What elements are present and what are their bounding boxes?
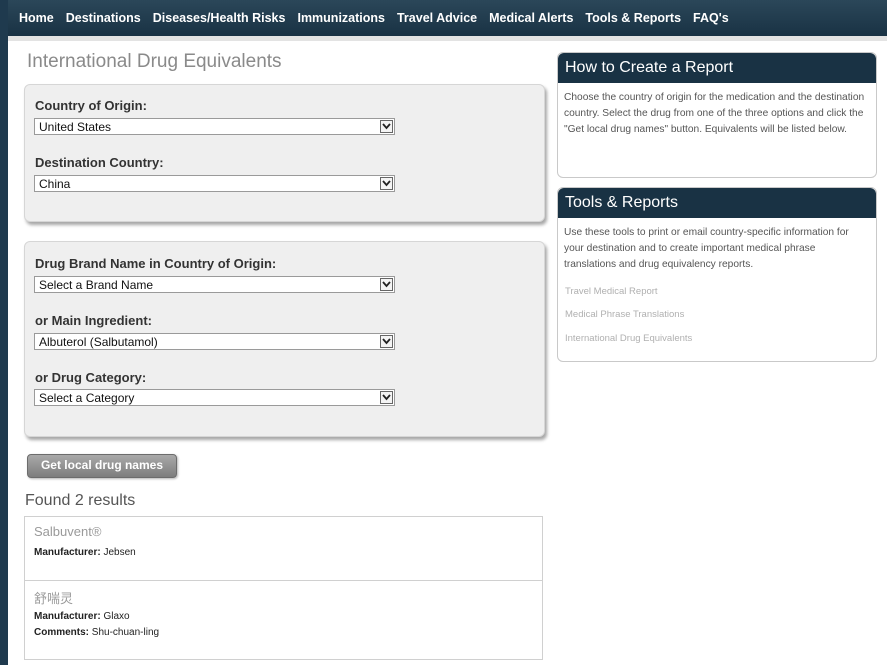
manufacturer-value: Jebsen [103, 547, 136, 558]
nav-item-tools-reports[interactable]: Tools & Reports [585, 11, 681, 25]
link-medical-phrase-translations[interactable]: Medical Phrase Translations [565, 309, 684, 320]
drug-panel: Drug Brand Name in Country of Origin: Se… [24, 241, 545, 437]
destination-select-value: China [39, 177, 71, 191]
manufacturer-line: Manufacturer: Jebsen [34, 547, 136, 558]
get-local-drug-names-button[interactable]: Get local drug names [27, 454, 177, 478]
category-select[interactable]: Select a Category [34, 389, 395, 406]
nav-item-travel-advice[interactable]: Travel Advice [397, 11, 477, 25]
tools-title: Tools & Reports [558, 188, 876, 218]
category-label: or Drug Category: [35, 370, 147, 385]
results-list: Salbuvent® Manufacturer: Jebsen 舒喘灵 Manu… [24, 516, 543, 660]
brand-select-value: Select a Brand Name [39, 278, 154, 292]
chevron-down-icon [380, 120, 393, 133]
results-heading: Found 2 results [25, 492, 136, 509]
chevron-down-icon [380, 278, 393, 291]
brand-label: Drug Brand Name in Country of Origin: [35, 256, 277, 271]
how-to-title: How to Create a Report [558, 53, 876, 83]
comments-label: Comments: [34, 627, 90, 638]
nav-item-destinations[interactable]: Destinations [66, 11, 141, 25]
page-title: International Drug Equivalents [27, 51, 282, 72]
destination-label: Destination Country: [35, 155, 164, 170]
manufacturer-label: Manufacturer: [34, 611, 101, 622]
origin-select-value: United States [39, 120, 112, 134]
main-nav: Home Destinations Diseases/Health Risks … [8, 0, 887, 41]
link-international-drug-equivalents[interactable]: International Drug Equivalents [565, 333, 692, 344]
nav-item-medical-alerts[interactable]: Medical Alerts [489, 11, 573, 25]
nav-item-faqs[interactable]: FAQ's [693, 11, 729, 25]
comments-line: Comments: Shu-chuan-ling [34, 627, 159, 638]
chevron-down-icon [380, 335, 393, 348]
manufacturer-value: Glaxo [103, 611, 130, 622]
brand-select[interactable]: Select a Brand Name [34, 276, 395, 293]
how-to-box: How to Create a Report Choose the countr… [557, 52, 877, 178]
nav-item-home[interactable]: Home [19, 11, 54, 25]
list-item: Salbuvent® Manufacturer: Jebsen [25, 517, 542, 581]
tools-text: Use these tools to print or email countr… [564, 227, 849, 270]
ingredient-label: or Main Ingredient: [35, 313, 152, 328]
chevron-down-icon [380, 391, 393, 404]
link-travel-medical-report[interactable]: Travel Medical Report [565, 286, 658, 297]
ingredient-select[interactable]: Albuterol (Salbutamol) [34, 333, 395, 350]
drug-name: 舒喘灵 [34, 591, 74, 606]
origin-label: Country of Origin: [35, 98, 147, 113]
category-select-value: Select a Category [39, 391, 135, 405]
destination-select[interactable]: China [34, 175, 395, 192]
country-panel: Country of Origin: United States Destina… [24, 84, 545, 222]
manufacturer-line: Manufacturer: Glaxo [34, 611, 130, 622]
nav-item-immunizations[interactable]: Immunizations [297, 11, 385, 25]
nav-item-diseases[interactable]: Diseases/Health Risks [153, 11, 286, 25]
drug-name: Salbuvent® [34, 524, 102, 539]
comments-value: Shu-chuan-ling [91, 627, 160, 638]
chevron-down-icon [380, 177, 393, 190]
list-item: 舒喘灵 Manufacturer: Glaxo Comments: Shu-ch… [25, 581, 542, 661]
how-to-text: Choose the country of origin for the med… [564, 92, 865, 135]
origin-select[interactable]: United States [34, 118, 395, 135]
left-accent-bar [0, 0, 8, 665]
ingredient-select-value: Albuterol (Salbutamol) [39, 335, 158, 349]
manufacturer-label: Manufacturer: [34, 547, 101, 558]
tools-box: Tools & Reports Use these tools to print… [557, 187, 877, 362]
